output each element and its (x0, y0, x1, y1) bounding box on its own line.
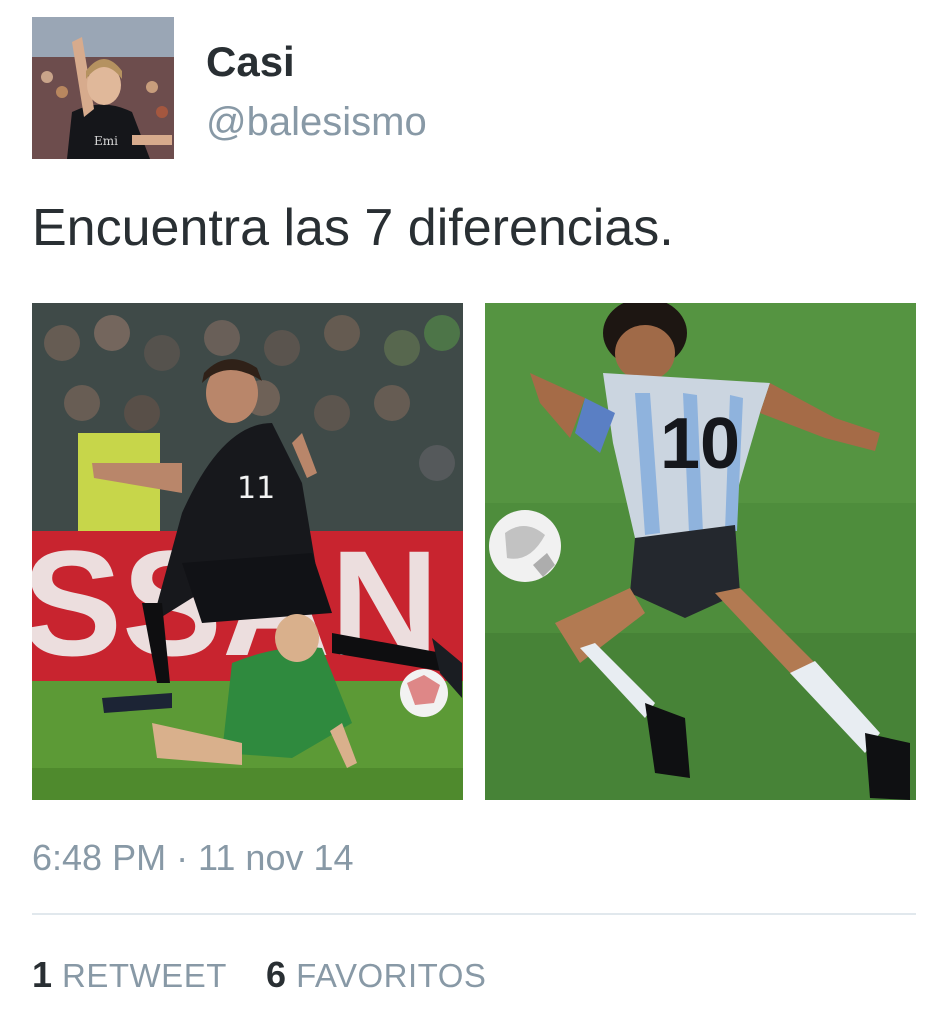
football-photo-right: 10 (485, 303, 916, 800)
jersey-number-left: 11 (237, 471, 275, 506)
divider (32, 913, 916, 915)
avatar-image: Emi (32, 17, 174, 159)
favorites-label: FAVORITOS (296, 957, 487, 994)
tweet-stats: 1 RETWEET 6 FAVORITOS (32, 952, 516, 999)
favorites-stat[interactable]: 6 FAVORITOS (266, 952, 486, 999)
username[interactable]: @balesismo (206, 98, 427, 146)
tweet-card: Emi Casi @balesismo Encuentra las 7 dife… (0, 0, 948, 1024)
football-photo-left: SSAN 11 (32, 303, 463, 800)
favorites-count: 6 (266, 954, 287, 995)
jersey-number-right: 10 (660, 404, 740, 484)
retweets-count: 1 (32, 954, 53, 995)
display-name[interactable]: Casi (206, 38, 295, 86)
tweet-photo-right[interactable]: 10 (485, 303, 916, 800)
tweet-text: Encuentra las 7 diferencias. (32, 199, 674, 257)
svg-text:Emi: Emi (94, 134, 118, 148)
tweet-photo-left[interactable]: SSAN 11 (32, 303, 463, 800)
avatar[interactable]: Emi (32, 17, 174, 159)
retweets-label: RETWEET (62, 957, 227, 994)
tweet-timestamp[interactable]: 6:48 PM · 11 nov 14 (32, 836, 354, 880)
retweets-stat[interactable]: 1 RETWEET (32, 952, 227, 999)
